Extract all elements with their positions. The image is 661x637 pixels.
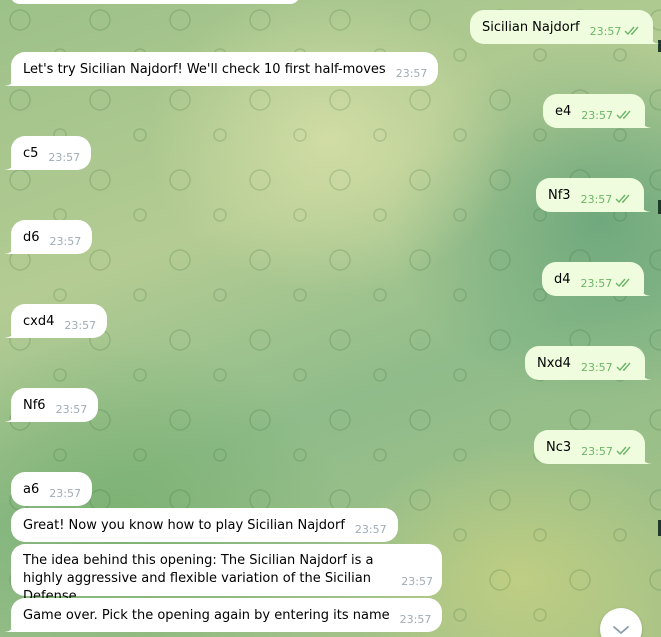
double-check-icon [624, 26, 642, 36]
incoming-message[interactable]: Game over. Pick the opening again by ent… [4, 598, 443, 632]
message-text: Nf3 [548, 187, 571, 203]
incoming-message[interactable]: Great! Now you know how to play Sicilian… [11, 508, 398, 542]
chevron-down-icon [612, 620, 630, 637]
message-text: e4 [555, 103, 572, 119]
double-check-icon [615, 194, 633, 204]
outgoing-message[interactable]: Sicilian Najdorf 23:57 [470, 10, 660, 44]
outgoing-message[interactable]: Nxd4 23:57 [525, 346, 651, 380]
message-time: 23:57 [580, 192, 613, 206]
incoming-message[interactable]: a6 23:57 [11, 472, 92, 506]
incoming-message[interactable]: Nf6 23:57 [4, 388, 99, 422]
incoming-message[interactable]: d6 23:57 [4, 220, 93, 254]
message-text: Sicilian Najdorf [482, 19, 580, 35]
message-text: Nxd4 [537, 355, 571, 371]
message-time: 23:57 [395, 66, 428, 80]
outgoing-message[interactable]: Nc3 23:57 [534, 430, 651, 464]
message-text: c5 [23, 145, 39, 161]
message-text: Game over. Pick the opening again by ent… [23, 607, 390, 623]
double-check-icon [616, 446, 634, 456]
previous-message-edge [10, 0, 300, 4]
incoming-message[interactable]: Let's try Sicilian Najdorf! We'll check … [4, 52, 439, 86]
double-check-icon [616, 110, 634, 120]
message-time: 23:57 [401, 575, 433, 588]
message-text: cxd4 [23, 313, 55, 329]
message-time: 23:57 [49, 234, 82, 248]
message-time: 23:57 [49, 486, 81, 500]
incoming-message[interactable]: cxd4 23:57 [4, 304, 108, 338]
message-text: Let's try Sicilian Najdorf! We'll check … [23, 61, 386, 77]
message-text: Nc3 [546, 439, 572, 455]
message-time: 23:57 [589, 24, 622, 38]
message-time: 23:57 [64, 318, 97, 332]
message-time: 23:57 [48, 150, 81, 164]
message-text: d4 [554, 271, 571, 287]
message-time: 23:57 [581, 444, 613, 458]
double-check-icon [616, 362, 634, 372]
outgoing-message[interactable]: e4 23:57 [543, 94, 651, 128]
message-text: Nf6 [23, 397, 46, 413]
double-check-icon [615, 278, 633, 288]
message-time: 23:57 [581, 108, 613, 122]
message-text: Great! Now you know how to play Sicilian… [23, 517, 345, 533]
right-edge-strip [655, 0, 661, 637]
message-time: 23:57 [399, 612, 432, 626]
message-time: 23:57 [580, 360, 613, 374]
message-time: 23:57 [55, 402, 88, 416]
message-time: 23:57 [580, 276, 613, 290]
outgoing-message[interactable]: Nf3 23:57 [536, 178, 651, 212]
incoming-message[interactable]: c5 23:57 [4, 136, 92, 170]
incoming-message[interactable]: The idea behind this opening: The Sicili… [11, 544, 442, 604]
message-time: 23:57 [354, 522, 387, 536]
message-text: a6 [23, 481, 40, 497]
message-text: d6 [23, 229, 40, 245]
scroll-down-button[interactable] [600, 608, 642, 637]
outgoing-message[interactable]: d4 23:57 [542, 262, 651, 296]
